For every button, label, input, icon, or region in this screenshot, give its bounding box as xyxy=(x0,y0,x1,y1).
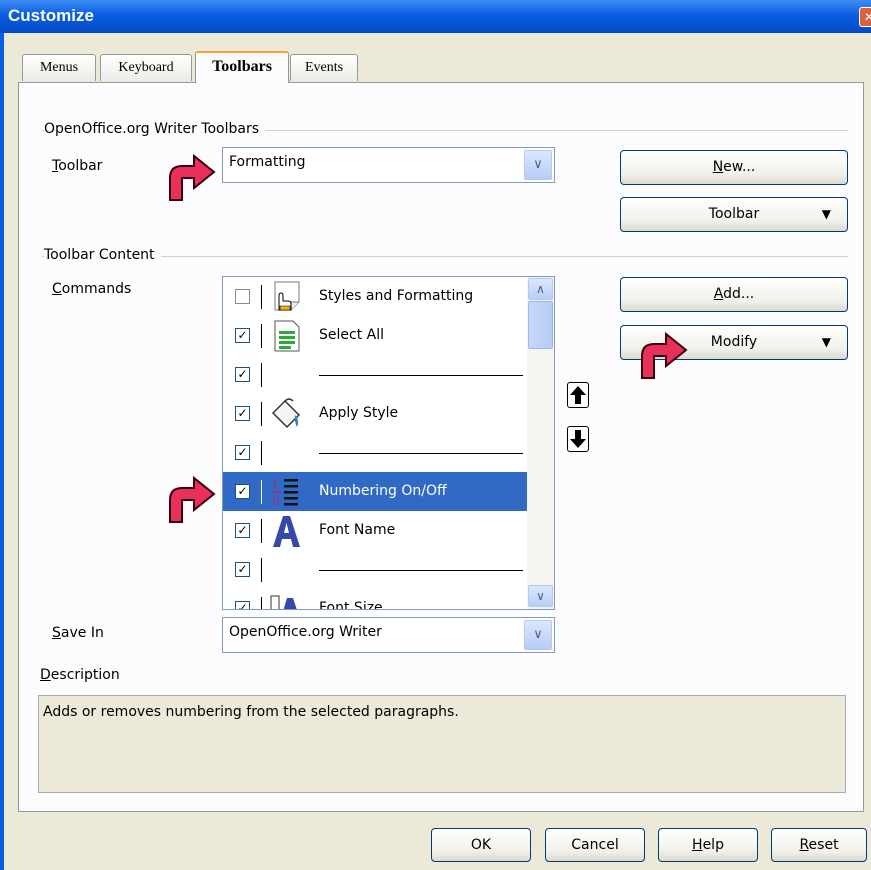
toolbar-menu-button[interactable]: Toolbar ▼ xyxy=(620,197,848,232)
arrow-down-icon xyxy=(570,430,586,448)
list-item-label: Select All xyxy=(319,327,384,343)
list-item[interactable]: Styles and Formatting xyxy=(223,277,529,316)
list-item-label: Styles and Formatting xyxy=(319,288,474,304)
tab-keyboard[interactable]: Keyboard xyxy=(100,54,192,81)
arrow-up-icon xyxy=(570,386,586,404)
list-item[interactable]: ✓ Select All xyxy=(223,316,529,355)
toolbar-label: Toolbar xyxy=(52,158,103,174)
list-item-label: Font Size xyxy=(319,600,383,610)
svg-text:II: II xyxy=(272,497,280,508)
help-button[interactable]: Help xyxy=(658,828,758,862)
tab-events[interactable]: Events xyxy=(290,54,358,81)
move-down-button[interactable] xyxy=(567,426,589,452)
list-item-separator[interactable]: ✓ xyxy=(223,355,529,394)
scroll-down-icon[interactable]: ∨ xyxy=(528,585,553,607)
checkbox[interactable]: ✓ xyxy=(235,406,250,421)
title-bar: Customize xyxy=(0,0,871,33)
list-item-separator[interactable]: ✓ xyxy=(223,433,529,472)
list-item[interactable]: ✓ Apply Style xyxy=(223,394,529,433)
numbering-icon: I II xyxy=(272,479,298,508)
list-item-label: Apply Style xyxy=(319,405,399,421)
chevron-down-icon[interactable]: ∨ xyxy=(524,620,552,650)
commands-label: Commands xyxy=(52,281,132,297)
checkbox[interactable] xyxy=(235,289,250,304)
section-divider xyxy=(42,256,848,257)
dropdown-arrow-icon: ▼ xyxy=(821,207,831,221)
commands-scrollbar[interactable]: ∧ ∨ xyxy=(527,277,554,609)
scroll-thumb[interactable] xyxy=(528,301,553,349)
checkbox[interactable]: ✓ xyxy=(235,523,250,538)
list-item-selected[interactable]: ✓ I II Numbering On/Off xyxy=(223,472,529,511)
list-item-label: Font Name xyxy=(319,522,396,538)
font-name-icon xyxy=(273,516,300,547)
window-frame xyxy=(0,33,4,870)
font-size-icon xyxy=(270,595,297,609)
list-item[interactable]: ✓ Font Size xyxy=(223,589,529,610)
description-text: Adds or removes numbering from the selec… xyxy=(43,704,459,720)
move-up-button[interactable] xyxy=(567,382,589,408)
checkbox[interactable]: ✓ xyxy=(235,601,250,609)
description-box: Adds or removes numbering from the selec… xyxy=(38,695,846,793)
styles-formatting-icon xyxy=(274,281,300,311)
save-in-label: Save In xyxy=(52,625,104,641)
window-title: Customize xyxy=(8,6,94,25)
new-toolbar-button[interactable]: New... xyxy=(620,150,848,185)
section-heading-toolbars: OpenOffice.org Writer Toolbars xyxy=(44,121,265,137)
checkbox[interactable]: ✓ xyxy=(235,445,250,460)
description-label: Description xyxy=(40,667,120,683)
reset-button[interactable]: Reset xyxy=(771,828,867,862)
annotation-arrow-icon xyxy=(169,475,216,523)
toolbar-select[interactable]: Formatting ∨ xyxy=(222,147,555,183)
tab-toolbars[interactable]: Toolbars xyxy=(195,51,289,83)
apply-style-icon xyxy=(271,398,301,429)
checkbox[interactable]: ✓ xyxy=(235,484,250,499)
checkbox[interactable]: ✓ xyxy=(235,367,250,382)
cancel-button[interactable]: Cancel xyxy=(545,828,645,862)
list-item[interactable]: ✓ Font Name xyxy=(223,511,529,550)
commands-list[interactable]: Styles and Formatting ✓ Select All ✓ ✓ A… xyxy=(222,276,555,610)
close-icon[interactable]: ✕ xyxy=(859,7,871,27)
tab-menus[interactable]: Menus xyxy=(22,54,96,81)
annotation-arrow-icon xyxy=(169,153,216,201)
scroll-up-icon[interactable]: ∧ xyxy=(528,278,553,300)
section-heading-content: Toolbar Content xyxy=(44,247,161,263)
add-command-button[interactable]: Add... xyxy=(620,277,848,312)
list-item-label: Numbering On/Off xyxy=(319,483,447,499)
chevron-down-icon[interactable]: ∨ xyxy=(524,150,552,180)
list-item-separator[interactable]: ✓ xyxy=(223,550,529,589)
checkbox[interactable]: ✓ xyxy=(235,328,250,343)
svg-text:I: I xyxy=(273,480,277,491)
select-all-icon xyxy=(274,320,300,352)
checkbox[interactable]: ✓ xyxy=(235,562,250,577)
save-in-select[interactable]: OpenOffice.org Writer ∨ xyxy=(222,617,555,653)
annotation-arrow-icon xyxy=(641,331,688,379)
dropdown-arrow-icon: ▼ xyxy=(821,335,831,349)
ok-button[interactable]: OK xyxy=(431,828,531,862)
